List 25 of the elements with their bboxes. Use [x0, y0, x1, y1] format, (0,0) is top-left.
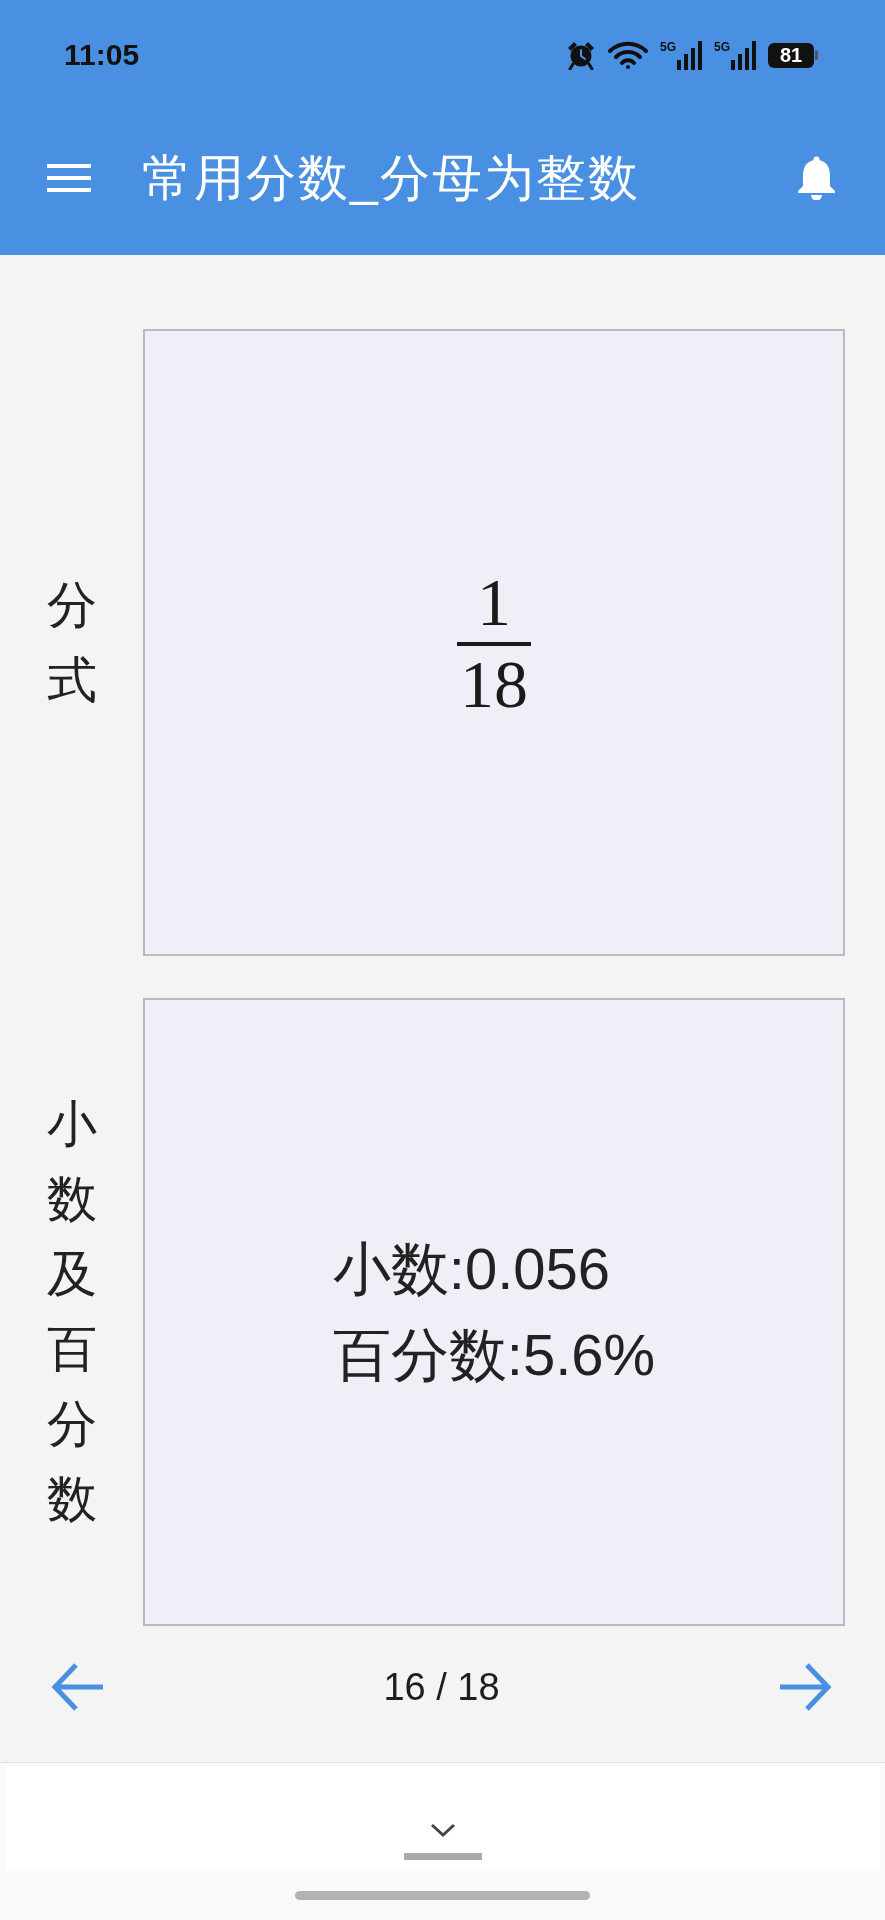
- next-button[interactable]: [778, 1662, 832, 1712]
- value-text: 小数:0.056: [332, 1235, 611, 1303]
- arrow-left-icon: [51, 1662, 105, 1712]
- signal-bars-icon: [676, 40, 702, 70]
- alarm-clock-icon: [565, 40, 596, 70]
- app-title: 常用分数_分母为整数: [142, 148, 641, 208]
- fraction-numerator: 1: [476, 567, 512, 642]
- menu-icon: [47, 163, 91, 192]
- value-text: 百分数:5.6%: [332, 1321, 656, 1389]
- network-type-label: 5G: [714, 41, 730, 53]
- menu-button[interactable]: [47, 163, 91, 192]
- card-label: 小数及百分数: [46, 1095, 97, 1529]
- notifications-button[interactable]: [796, 155, 837, 200]
- arrow-right-icon: [778, 1662, 832, 1712]
- status-time: 11:05: [64, 38, 141, 72]
- page-counter: 16 / 18: [382, 1665, 501, 1709]
- signal-bars-icon: [730, 40, 756, 70]
- previous-button[interactable]: [51, 1662, 105, 1712]
- fraction-denominator: 18: [459, 645, 529, 718]
- network-type-label: 5G: [659, 41, 676, 53]
- card-label: 分式: [46, 575, 97, 710]
- wifi-icon: [607, 41, 648, 69]
- collapse-icon: [403, 1822, 482, 1860]
- battery-percent: 81: [768, 42, 814, 68]
- bell-icon: [796, 155, 837, 200]
